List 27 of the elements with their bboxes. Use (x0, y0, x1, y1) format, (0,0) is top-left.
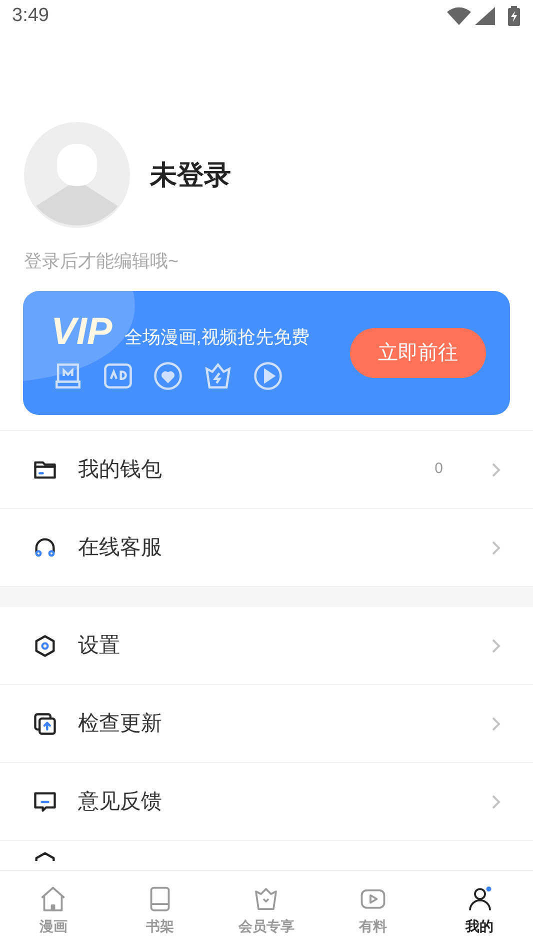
nav-tab[interactable]: 我的 (426, 871, 533, 948)
menu-row[interactable]: 在线客服 (0, 509, 533, 587)
chevron-right-icon (491, 462, 501, 478)
chevron-right-icon (491, 638, 501, 654)
signal-icon (475, 7, 495, 25)
menu-label: 我的钱包 (78, 456, 163, 483)
vip-text: 全场漫画,视频抢先免费 (124, 326, 310, 349)
user-name: 未登录 (150, 158, 231, 192)
wifi-icon (447, 7, 471, 25)
menu-row[interactable]: 检查更新 (0, 685, 533, 763)
menu-label: 设置 (78, 632, 121, 659)
wallet-balance: 0 (434, 459, 443, 480)
status-time: 3:49 (12, 4, 49, 28)
vip-logo: VIP (51, 313, 112, 351)
menu-row[interactable]: 我的钱包 0 (0, 431, 533, 509)
menu-row[interactable]: 设置 (0, 607, 533, 685)
battery-icon (507, 6, 521, 26)
menu-label: 在线客服 (78, 534, 163, 561)
chevron-right-icon (491, 716, 501, 732)
menu-row[interactable]: 意见反馈 (0, 763, 533, 841)
login-hint: 登录后才能编辑哦~ (24, 251, 179, 271)
update-icon (32, 710, 58, 736)
chevron-right-icon (491, 540, 501, 556)
play-icon (251, 359, 285, 393)
chevron-right-icon (491, 794, 501, 810)
menu-label: 检查更新 (78, 710, 163, 737)
menu-label: 意见反馈 (78, 788, 163, 815)
